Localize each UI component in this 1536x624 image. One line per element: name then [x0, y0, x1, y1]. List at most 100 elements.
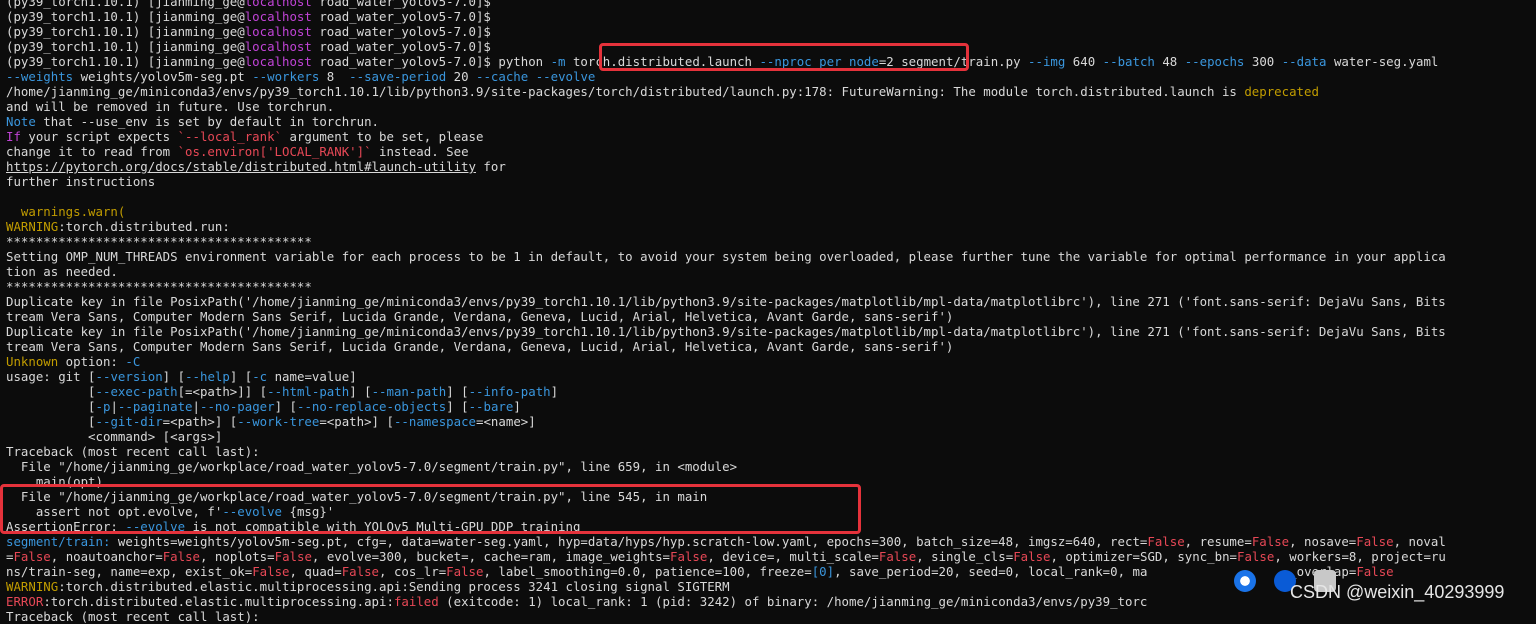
terminal-text: WARNING — [6, 579, 59, 594]
terminal-text: If — [6, 129, 21, 144]
terminal-line: [-p|--paginate|--no-pager] [--no-replace… — [6, 399, 521, 414]
terminal-text: --data — [1281, 54, 1327, 69]
terminal-line: and will be removed in future. Use torch… — [6, 99, 334, 114]
terminal-text: localhost — [244, 24, 312, 39]
browser-icon[interactable] — [1234, 570, 1256, 592]
terminal-text: road_water_yolov5-7.0]$ — [311, 9, 491, 24]
terminal-text: Setting OMP_NUM_THREADS environment vari… — [6, 249, 1446, 264]
terminal-text: [ — [6, 384, 96, 399]
terminal-text: Traceback (most recent call last): — [6, 609, 260, 624]
terminal-line: ns/train-seg, name=exp, exist_ok=False, … — [6, 564, 1394, 579]
terminal-text: -p — [95, 399, 111, 414]
terminal-line: Traceback (most recent call last): — [6, 609, 260, 624]
terminal-text: that --use_env is set by default in torc… — [35, 114, 379, 129]
terminal-text: , single_cls= — [916, 549, 1014, 564]
terminal-text: False — [1147, 534, 1185, 549]
terminal-text: argument to be set, please — [282, 129, 484, 144]
terminal-text: Unknown — [6, 354, 59, 369]
terminal-text: --html-path — [267, 384, 350, 399]
terminal-text: | — [110, 399, 118, 414]
terminal-text: ****************************************… — [6, 279, 312, 294]
terminal-line: --weights weights/yolov5m-seg.pt --worke… — [6, 69, 595, 84]
terminal-text: --exec-path — [95, 384, 178, 399]
terminal-line: ERROR:torch.distributed.elastic.multipro… — [6, 594, 1147, 609]
terminal-text: Duplicate key in file PosixPath('/home/j… — [6, 294, 1446, 309]
terminal-line: ****************************************… — [6, 234, 312, 249]
terminal-text: , save_period=20, seed=0, local_rank=0, … — [834, 564, 1148, 579]
terminal-text: ERROR — [6, 594, 44, 609]
terminal-text: name=value] — [267, 369, 357, 384]
terminal-text: instead. See — [371, 144, 469, 159]
terminal-line: tream Vera Sans, Computer Modern Sans Se… — [6, 339, 953, 354]
terminal-text: Duplicate key in file PosixPath('/home/j… — [6, 324, 1446, 339]
terminal-text: --cache — [476, 69, 529, 84]
terminal-line: Setting OMP_NUM_THREADS environment vari… — [6, 249, 1446, 264]
terminal-text: option: — [58, 354, 126, 369]
terminal-text: (py39_torch1.10.1) [jianming_ge@ — [6, 9, 245, 24]
terminal-text: =<name>] — [476, 414, 536, 429]
terminal-text: water-seg.yaml — [1326, 54, 1439, 69]
terminal-line: usage: git [--version] [--help] [-c name… — [6, 369, 357, 384]
terminal-text: =<path>] [ — [319, 414, 394, 429]
terminal-line: <command> [<args>] — [6, 429, 222, 444]
terminal-text: ] [ — [349, 384, 372, 399]
terminal-text: , evolve=300, bucket=, cache=ram, image_… — [311, 549, 670, 564]
terminal-text: (py39_torch1.10.1) [jianming_ge@ — [6, 54, 245, 69]
terminal-text: tream Vera Sans, Computer Modern Sans Se… — [6, 309, 954, 324]
highlight-box-error — [0, 484, 861, 534]
terminal-line: tream Vera Sans, Computer Modern Sans Se… — [6, 309, 953, 324]
terminal-text: (py39_torch1.10.1) [jianming_ge@ — [6, 0, 245, 9]
terminal-text: for — [475, 159, 506, 174]
terminal-text: --weights — [6, 69, 74, 84]
terminal-text: --no-replace-objects — [297, 399, 447, 414]
terminal-line: [--git-dir=<path>] [--work-tree=<path>] … — [6, 414, 536, 429]
terminal-text: False — [1251, 534, 1290, 549]
terminal-text: change it to read from — [6, 144, 178, 159]
terminal-line: ****************************************… — [6, 279, 312, 294]
terminal-text: tream Vera Sans, Computer Modern Sans Se… — [6, 339, 954, 354]
terminal-text[interactable]: https://pytorch.org/docs/stable/distribu… — [6, 159, 476, 174]
terminal-text: [ — [6, 414, 96, 429]
terminal-text: --save-period — [349, 69, 447, 84]
terminal-text: ] [ — [274, 399, 297, 414]
terminal-text: `os.environ['LOCAL_RANK']` — [177, 144, 372, 159]
terminal-text: --version — [95, 369, 163, 384]
terminal-text: <command> [<args>] — [6, 429, 223, 444]
terminal-line: WARNING:torch.distributed.run: — [6, 219, 230, 234]
terminal-text: further instructions — [6, 174, 156, 189]
terminal-text: False — [878, 549, 917, 564]
terminal-text: , noplots= — [200, 549, 275, 564]
terminal-text: ] [ — [446, 399, 469, 414]
terminal-text: 48 — [1154, 54, 1185, 69]
terminal-text: [ — [6, 399, 96, 414]
terminal-line: further instructions — [6, 174, 155, 189]
terminal-line: Duplicate key in file PosixPath('/home/j… — [6, 294, 1446, 309]
terminal-text: ] — [550, 384, 559, 399]
terminal-text: 20 — [446, 69, 476, 84]
terminal-text: :torch.distributed.elastic.multiprocessi… — [58, 579, 730, 594]
terminal-text: --epochs — [1184, 54, 1245, 69]
terminal-text: [0] — [811, 564, 835, 579]
terminal-text: , quad= — [289, 564, 342, 579]
terminal-text: your script expects — [20, 129, 178, 144]
terminal-text: -m — [550, 54, 566, 69]
terminal-text: --namespace — [393, 414, 477, 429]
terminal-text: (py39_torch1.10.1) [jianming_ge@ — [6, 39, 245, 54]
terminal-line: Unknown option: -C — [6, 354, 140, 369]
terminal-text: --batch — [1102, 54, 1155, 69]
terminal-text: False — [162, 549, 200, 564]
terminal-text: False — [670, 549, 708, 564]
terminal-text: usage: git [ — [6, 369, 96, 384]
terminal-text: and will be removed in future. Use torch… — [6, 99, 335, 114]
highlight-box-command — [599, 43, 969, 71]
terminal-text: localhost — [244, 0, 312, 9]
terminal-text: ] [ — [229, 369, 253, 384]
terminal-text: , nosave= — [1289, 534, 1357, 549]
terminal-text: 640 — [1065, 54, 1103, 69]
terminal-text: road_water_yolov5-7.0]$ — [311, 24, 491, 39]
terminal-text: --bare — [468, 399, 514, 414]
terminal-text: ns/train-seg, name=exp, exist_ok= — [6, 564, 253, 579]
terminal-text: --man-path — [371, 384, 447, 399]
terminal-text: , label_smoothing=0.0, patience=100, fre… — [483, 564, 812, 579]
